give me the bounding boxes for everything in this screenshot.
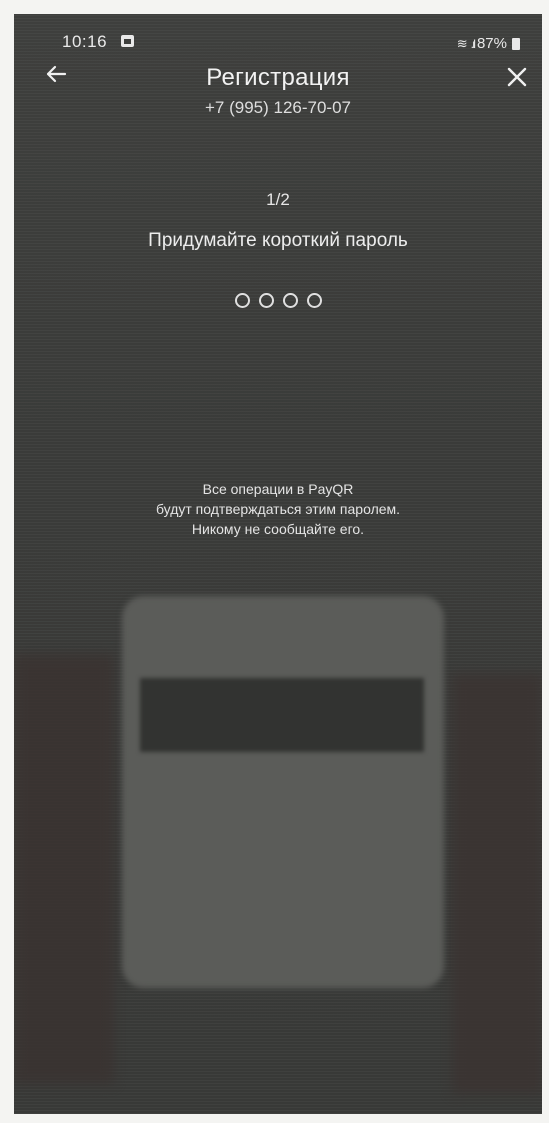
pin-dot	[234, 293, 250, 308]
battery-percent: 87%	[476, 35, 507, 52]
step-indicator: 1/2	[266, 190, 290, 209]
wifi-icon: ≋	[456, 35, 468, 51]
status-bar: 10:16 ≋ .ıl 87%	[14, 14, 542, 54]
pin-input[interactable]	[14, 293, 542, 308]
gallery-icon	[121, 35, 134, 47]
battery-icon	[512, 37, 520, 50]
info-line: будут подтверждаться этим паролем.	[155, 501, 401, 517]
status-time: 10:16	[62, 32, 108, 51]
background-blur-card	[122, 596, 444, 988]
info-line: Все операции в PayQR	[202, 481, 354, 497]
password-prompt: Придумайте короткий пароль	[148, 230, 408, 251]
page-title: Регистрация	[206, 64, 350, 91]
info-line: Никому не сообщайте его.	[191, 521, 365, 537]
signal-icon: .ıl	[470, 36, 477, 51]
pin-dot	[258, 293, 274, 308]
pin-dot	[306, 293, 322, 308]
info-text: Все операции в PayQR будут подтверждатьс…	[14, 479, 542, 539]
background-blur-right	[452, 674, 542, 1094]
close-icon[interactable]	[502, 62, 532, 92]
status-indicators: ≋ .ıl 87%	[457, 35, 520, 52]
background-blur-left	[14, 654, 114, 1084]
phone-number: +7 (995) 126-70-07	[204, 98, 352, 117]
pin-dot	[282, 293, 298, 308]
phone-screen: 10:16 ≋ .ıl 87% Регистрация +7 (995) 126…	[14, 14, 542, 1114]
background-blur-card-bar	[140, 678, 424, 752]
